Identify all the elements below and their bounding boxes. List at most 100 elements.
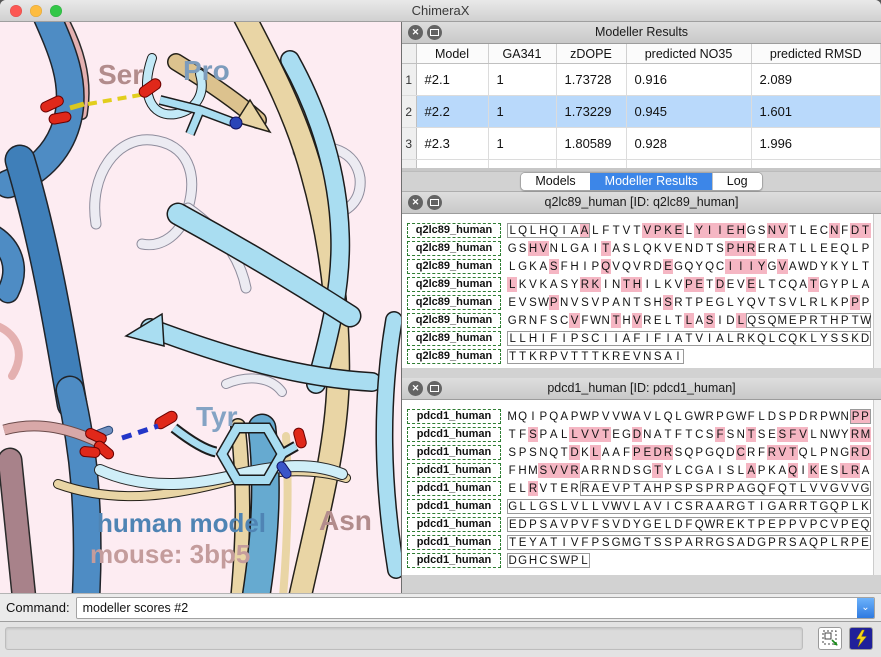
sequence-letters[interactable]: LGKASFHIPQVQVRDEGQYQCIIIYGVAWDYKYLT: [507, 259, 871, 274]
sequence-row-label[interactable]: pdcd1_human: [407, 463, 501, 478]
sequence-letters[interactable]: MQIPQAPWPVVWAVLQLGWRPGWFLDSPDRPWNPP: [507, 409, 871, 424]
residue-cell[interactable]: L: [507, 331, 517, 346]
residue-cell[interactable]: E: [819, 241, 829, 256]
sequence-row-label[interactable]: pdcd1_human: [407, 553, 501, 568]
residue-cell[interactable]: F: [559, 259, 569, 274]
residue-cell[interactable]: D: [798, 409, 808, 424]
residue-cell[interactable]: T: [611, 223, 621, 238]
residue-cell[interactable]: K: [736, 517, 746, 532]
residue-cell[interactable]: S: [538, 463, 548, 478]
residue-cell[interactable]: Q: [549, 223, 559, 238]
residue-cell[interactable]: Y: [528, 535, 538, 550]
tab-modeller-results[interactable]: Modeller Results: [590, 173, 712, 190]
residue-cell[interactable]: Q: [808, 535, 818, 550]
residue-cell[interactable]: P: [819, 409, 829, 424]
residue-cell[interactable]: F: [746, 409, 756, 424]
residue-cell[interactable]: M: [860, 427, 870, 442]
residue-cell[interactable]: G: [642, 463, 652, 478]
residue-cell[interactable]: G: [746, 481, 756, 496]
table-cell[interactable]: 1.73728: [556, 64, 626, 96]
residue-cell[interactable]: S: [704, 427, 714, 442]
residue-cell[interactable]: N: [559, 295, 569, 310]
residue-cell[interactable]: R: [798, 499, 808, 514]
float-panel-icon[interactable]: [427, 195, 442, 210]
residue-cell[interactable]: V: [601, 409, 611, 424]
residue-cell[interactable]: P: [694, 295, 704, 310]
residue-cell[interactable]: I: [715, 463, 725, 478]
residue-cell[interactable]: T: [580, 349, 590, 364]
residue-cell[interactable]: S: [829, 463, 839, 478]
residue-cell[interactable]: R: [746, 241, 756, 256]
residue-cell[interactable]: T: [652, 463, 662, 478]
sequence-row-label[interactable]: pdcd1_human: [407, 535, 501, 550]
sequence-letters[interactable]: LQLHQIAALFTVTVPKELYIIEHGSNVTLECNFDT: [507, 223, 871, 238]
residue-cell[interactable]: T: [788, 445, 798, 460]
residue-cell[interactable]: G: [715, 535, 725, 550]
residue-cell[interactable]: F: [673, 427, 683, 442]
residue-cell[interactable]: Y: [840, 259, 850, 274]
residue-cell[interactable]: S: [704, 313, 714, 328]
residue-cell[interactable]: K: [829, 295, 839, 310]
residue-cell[interactable]: A: [611, 295, 621, 310]
residue-cell[interactable]: T: [517, 349, 527, 364]
residue-cell[interactable]: I: [725, 259, 735, 274]
residue-cell[interactable]: Y: [840, 427, 850, 442]
residue-cell[interactable]: Q: [756, 331, 766, 346]
residue-cell[interactable]: T: [684, 427, 694, 442]
sequence-row-label[interactable]: q2lc89_human: [407, 277, 501, 292]
residue-cell[interactable]: P: [652, 223, 662, 238]
residue-cell[interactable]: I: [663, 499, 673, 514]
residue-cell[interactable]: P: [528, 517, 538, 532]
residue-cell[interactable]: Y: [819, 331, 829, 346]
residue-cell[interactable]: C: [694, 427, 704, 442]
residue-cell[interactable]: D: [860, 331, 870, 346]
residue-cell[interactable]: P: [860, 409, 870, 424]
residue-cell[interactable]: L: [725, 331, 735, 346]
residue-cell[interactable]: I: [673, 349, 683, 364]
residue-cell[interactable]: K: [528, 349, 538, 364]
sequence-letters[interactable]: GSHVNLGAITASLQKVENDTSPHRERATLLEEQLP: [507, 241, 871, 256]
residue-cell[interactable]: F: [767, 481, 777, 496]
residue-cell[interactable]: N: [767, 223, 777, 238]
residue-cell[interactable]: V: [819, 481, 829, 496]
residue-cell[interactable]: V: [611, 517, 621, 532]
residue-cell[interactable]: L: [590, 223, 600, 238]
residue-cell[interactable]: S: [652, 349, 662, 364]
residue-cell[interactable]: P: [590, 409, 600, 424]
residue-cell[interactable]: S: [673, 481, 683, 496]
residue-cell[interactable]: T: [808, 499, 818, 514]
residue-cell[interactable]: D: [767, 409, 777, 424]
residue-cell[interactable]: L: [756, 277, 766, 292]
residue-cell[interactable]: S: [756, 427, 766, 442]
residue-cell[interactable]: G: [642, 517, 652, 532]
residue-cell[interactable]: V: [777, 223, 787, 238]
residue-cell[interactable]: S: [725, 535, 735, 550]
residue-cell[interactable]: P: [549, 295, 559, 310]
residue-cell[interactable]: R: [590, 463, 600, 478]
residue-cell[interactable]: G: [517, 553, 527, 568]
residue-cell[interactable]: P: [840, 499, 850, 514]
residue-cell[interactable]: V: [798, 517, 808, 532]
residue-cell[interactable]: Y: [736, 295, 746, 310]
residue-cell[interactable]: P: [840, 517, 850, 532]
residue-cell[interactable]: A: [632, 409, 642, 424]
residue-cell[interactable]: L: [673, 409, 683, 424]
sequence-letters[interactable]: GRNFSCVFWNTHVRELTLASIDLQSQMEPRTHPTW: [507, 313, 871, 328]
residue-cell[interactable]: W: [860, 313, 870, 328]
residue-cell[interactable]: G: [715, 295, 725, 310]
residue-cell[interactable]: I: [642, 277, 652, 292]
residue-cell[interactable]: L: [725, 295, 735, 310]
residue-cell[interactable]: I: [715, 223, 725, 238]
residue-cell[interactable]: I: [736, 259, 746, 274]
residue-cell[interactable]: G: [538, 499, 548, 514]
residue-cell[interactable]: P: [632, 445, 642, 460]
residue-cell[interactable]: L: [663, 517, 673, 532]
sequence-row-label[interactable]: q2lc89_human: [407, 259, 501, 274]
sequence-letters[interactable]: TFSPALLVVTEGDNATFTCSFSNTSESFVLNWYRM: [507, 427, 871, 442]
residue-cell[interactable]: S: [663, 535, 673, 550]
residue-cell[interactable]: W: [580, 409, 590, 424]
residue-cell[interactable]: I: [798, 463, 808, 478]
table-cell[interactable]: 1.73229: [556, 96, 626, 128]
residue-cell[interactable]: L: [808, 331, 818, 346]
residue-cell[interactable]: F: [756, 445, 766, 460]
